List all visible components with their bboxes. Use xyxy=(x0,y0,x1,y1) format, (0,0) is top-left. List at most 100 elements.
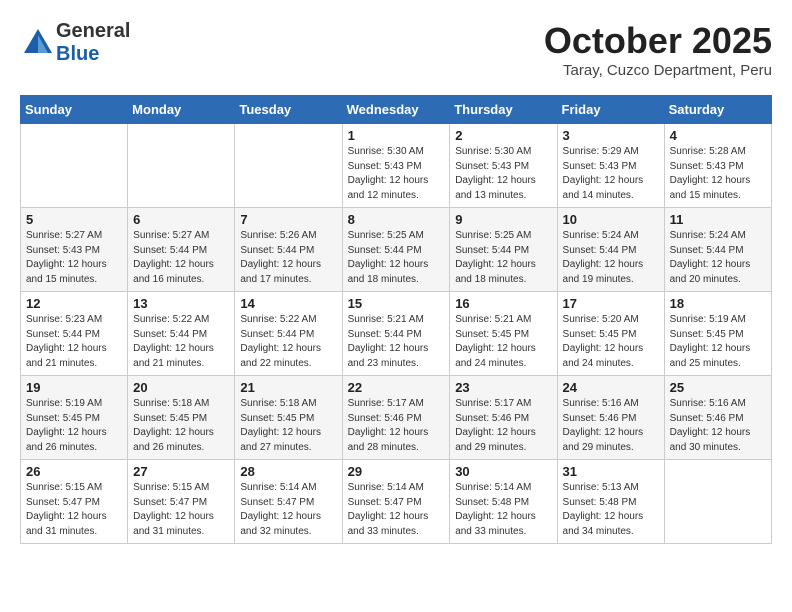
calendar-cell: 21 Sunrise: 5:18 AMSunset: 5:45 PMDayligh… xyxy=(235,376,342,460)
calendar-cell: 22 Sunrise: 5:17 AMSunset: 5:46 PMDayligh… xyxy=(342,376,450,460)
day-info: Sunrise: 5:15 AMSunset: 5:47 PMDaylight:… xyxy=(133,481,229,539)
day-number: 22 xyxy=(348,380,445,395)
day-info: Sunrise: 5:13 AMSunset: 5:48 PMDaylight:… xyxy=(563,481,659,539)
day-number: 5 xyxy=(26,212,122,227)
calendar-week-row: 12Sunrise: 5:23 AMSunset: 5:44 PMDayligh… xyxy=(21,292,772,376)
day-number: 7 xyxy=(240,212,336,227)
day-info: Sunrise: 5:14 AMSunset: 5:47 PMDaylight:… xyxy=(240,481,336,539)
day-info: Sunrise: 5:27 AMSunset: 5:43 PMDaylight:… xyxy=(26,229,122,287)
calendar-cell: 2 Sunrise: 5:30 AMSunset: 5:43 PMDaylight… xyxy=(450,124,557,208)
calendar-cell: 15Sunrise: 5:21 AMSunset: 5:44 PMDayligh… xyxy=(342,292,450,376)
calendar-cell: 30 Sunrise: 5:14 AMSunset: 5:48 PMDayligh… xyxy=(450,460,557,544)
calendar-cell: 4 Sunrise: 5:28 AMSunset: 5:43 PMDaylight… xyxy=(664,124,771,208)
day-info: Sunrise: 5:17 AMSunset: 5:46 PMDaylight:… xyxy=(455,397,551,455)
page-header: General Blue October 2025 Taray, Cuzco D… xyxy=(20,20,772,79)
day-number: 17 xyxy=(563,296,659,311)
day-info: Sunrise: 5:25 AMSunset: 5:44 PMDaylight:… xyxy=(455,229,551,287)
calendar-cell: 28 Sunrise: 5:14 AMSunset: 5:47 PMDayligh… xyxy=(235,460,342,544)
day-number: 30 xyxy=(455,464,551,479)
calendar-cell: 29 Sunrise: 5:14 AMSunset: 5:47 PMDayligh… xyxy=(342,460,450,544)
day-info: Sunrise: 5:14 AMSunset: 5:47 PMDaylight:… xyxy=(348,481,445,539)
day-number: 16 xyxy=(455,296,551,311)
calendar-cell: 19 Sunrise: 5:19 AMSunset: 5:45 PMDayligh… xyxy=(21,376,128,460)
day-info: Sunrise: 5:21 AMSunset: 5:44 PMDaylight:… xyxy=(348,313,445,371)
day-info: Sunrise: 5:14 AMSunset: 5:48 PMDaylight:… xyxy=(455,481,551,539)
calendar-cell: 11 Sunrise: 5:24 AMSunset: 5:44 PMDayligh… xyxy=(664,208,771,292)
day-number: 3 xyxy=(563,128,659,143)
day-number: 4 xyxy=(670,128,766,143)
logo: General Blue xyxy=(20,20,130,66)
day-info: Sunrise: 5:15 AMSunset: 5:47 PMDaylight:… xyxy=(26,481,122,539)
weekday-header-monday: Monday xyxy=(128,96,235,124)
calendar-cell: 24 Sunrise: 5:16 AMSunset: 5:46 PMDayligh… xyxy=(557,376,664,460)
day-info: Sunrise: 5:18 AMSunset: 5:45 PMDaylight:… xyxy=(133,397,229,455)
day-info: Sunrise: 5:30 AMSunset: 5:43 PMDaylight:… xyxy=(348,145,445,203)
calendar-cell: 10Sunrise: 5:24 AMSunset: 5:44 PMDayligh… xyxy=(557,208,664,292)
day-number: 1 xyxy=(348,128,445,143)
day-info: Sunrise: 5:24 AMSunset: 5:44 PMDaylight:… xyxy=(563,229,659,287)
calendar-cell: 23 Sunrise: 5:17 AMSunset: 5:46 PMDayligh… xyxy=(450,376,557,460)
day-number: 31 xyxy=(563,464,659,479)
day-number: 23 xyxy=(455,380,551,395)
day-info: Sunrise: 5:29 AMSunset: 5:43 PMDaylight:… xyxy=(563,145,659,203)
calendar-cell: 27 Sunrise: 5:15 AMSunset: 5:47 PMDayligh… xyxy=(128,460,235,544)
calendar-cell: 17Sunrise: 5:20 AMSunset: 5:45 PMDayligh… xyxy=(557,292,664,376)
day-number: 8 xyxy=(348,212,445,227)
calendar-cell: 18Sunrise: 5:19 AMSunset: 5:45 PMDayligh… xyxy=(664,292,771,376)
location-subtitle: Taray, Cuzco Department, Peru xyxy=(544,62,772,79)
calendar-cell: 9 Sunrise: 5:25 AMSunset: 5:44 PMDaylight… xyxy=(450,208,557,292)
day-info: Sunrise: 5:27 AMSunset: 5:44 PMDaylight:… xyxy=(133,229,229,287)
day-number: 11 xyxy=(670,212,766,227)
day-number: 13 xyxy=(133,296,229,311)
day-number: 20 xyxy=(133,380,229,395)
calendar-cell xyxy=(664,460,771,544)
logo-icon xyxy=(20,25,56,61)
day-number: 26 xyxy=(26,464,122,479)
day-number: 29 xyxy=(348,464,445,479)
calendar-week-row: 26 Sunrise: 5:15 AMSunset: 5:47 PMDayligh… xyxy=(21,460,772,544)
day-info: Sunrise: 5:17 AMSunset: 5:46 PMDaylight:… xyxy=(348,397,445,455)
calendar-cell: 25Sunrise: 5:16 AMSunset: 5:46 PMDayligh… xyxy=(664,376,771,460)
day-info: Sunrise: 5:23 AMSunset: 5:44 PMDaylight:… xyxy=(26,313,122,371)
day-info: Sunrise: 5:18 AMSunset: 5:45 PMDaylight:… xyxy=(240,397,336,455)
weekday-header-sunday: Sunday xyxy=(21,96,128,124)
day-info: Sunrise: 5:30 AMSunset: 5:43 PMDaylight:… xyxy=(455,145,551,203)
calendar-cell xyxy=(128,124,235,208)
day-number: 9 xyxy=(455,212,551,227)
day-info: Sunrise: 5:26 AMSunset: 5:44 PMDaylight:… xyxy=(240,229,336,287)
logo-blue: Blue xyxy=(56,43,99,65)
calendar-cell: 3 Sunrise: 5:29 AMSunset: 5:43 PMDaylight… xyxy=(557,124,664,208)
month-title: October 2025 xyxy=(544,20,772,62)
calendar-cell: 12Sunrise: 5:23 AMSunset: 5:44 PMDayligh… xyxy=(21,292,128,376)
day-info: Sunrise: 5:25 AMSunset: 5:44 PMDaylight:… xyxy=(348,229,445,287)
calendar-week-row: 5 Sunrise: 5:27 AMSunset: 5:43 PMDaylight… xyxy=(21,208,772,292)
day-number: 28 xyxy=(240,464,336,479)
weekday-header-saturday: Saturday xyxy=(664,96,771,124)
day-number: 27 xyxy=(133,464,229,479)
calendar-week-row: 1 Sunrise: 5:30 AMSunset: 5:43 PMDaylight… xyxy=(21,124,772,208)
calendar-cell: 14Sunrise: 5:22 AMSunset: 5:44 PMDayligh… xyxy=(235,292,342,376)
day-info: Sunrise: 5:21 AMSunset: 5:45 PMDaylight:… xyxy=(455,313,551,371)
day-number: 18 xyxy=(670,296,766,311)
calendar-cell: 20 Sunrise: 5:18 AMSunset: 5:45 PMDayligh… xyxy=(128,376,235,460)
day-info: Sunrise: 5:22 AMSunset: 5:44 PMDaylight:… xyxy=(133,313,229,371)
weekday-header-friday: Friday xyxy=(557,96,664,124)
calendar-cell: 5 Sunrise: 5:27 AMSunset: 5:43 PMDaylight… xyxy=(21,208,128,292)
weekday-header-thursday: Thursday xyxy=(450,96,557,124)
day-info: Sunrise: 5:24 AMSunset: 5:44 PMDaylight:… xyxy=(670,229,766,287)
day-info: Sunrise: 5:16 AMSunset: 5:46 PMDaylight:… xyxy=(563,397,659,455)
day-number: 24 xyxy=(563,380,659,395)
calendar-cell: 8 Sunrise: 5:25 AMSunset: 5:44 PMDaylight… xyxy=(342,208,450,292)
day-number: 2 xyxy=(455,128,551,143)
day-info: Sunrise: 5:19 AMSunset: 5:45 PMDaylight:… xyxy=(26,397,122,455)
calendar-cell: 1 Sunrise: 5:30 AMSunset: 5:43 PMDaylight… xyxy=(342,124,450,208)
day-number: 21 xyxy=(240,380,336,395)
day-info: Sunrise: 5:28 AMSunset: 5:43 PMDaylight:… xyxy=(670,145,766,203)
title-area: October 2025 Taray, Cuzco Department, Pe… xyxy=(544,20,772,79)
calendar-cell: 31 Sunrise: 5:13 AMSunset: 5:48 PMDayligh… xyxy=(557,460,664,544)
day-number: 14 xyxy=(240,296,336,311)
logo-general: General xyxy=(56,20,130,42)
day-number: 19 xyxy=(26,380,122,395)
calendar-cell: 7 Sunrise: 5:26 AMSunset: 5:44 PMDaylight… xyxy=(235,208,342,292)
day-number: 25 xyxy=(670,380,766,395)
